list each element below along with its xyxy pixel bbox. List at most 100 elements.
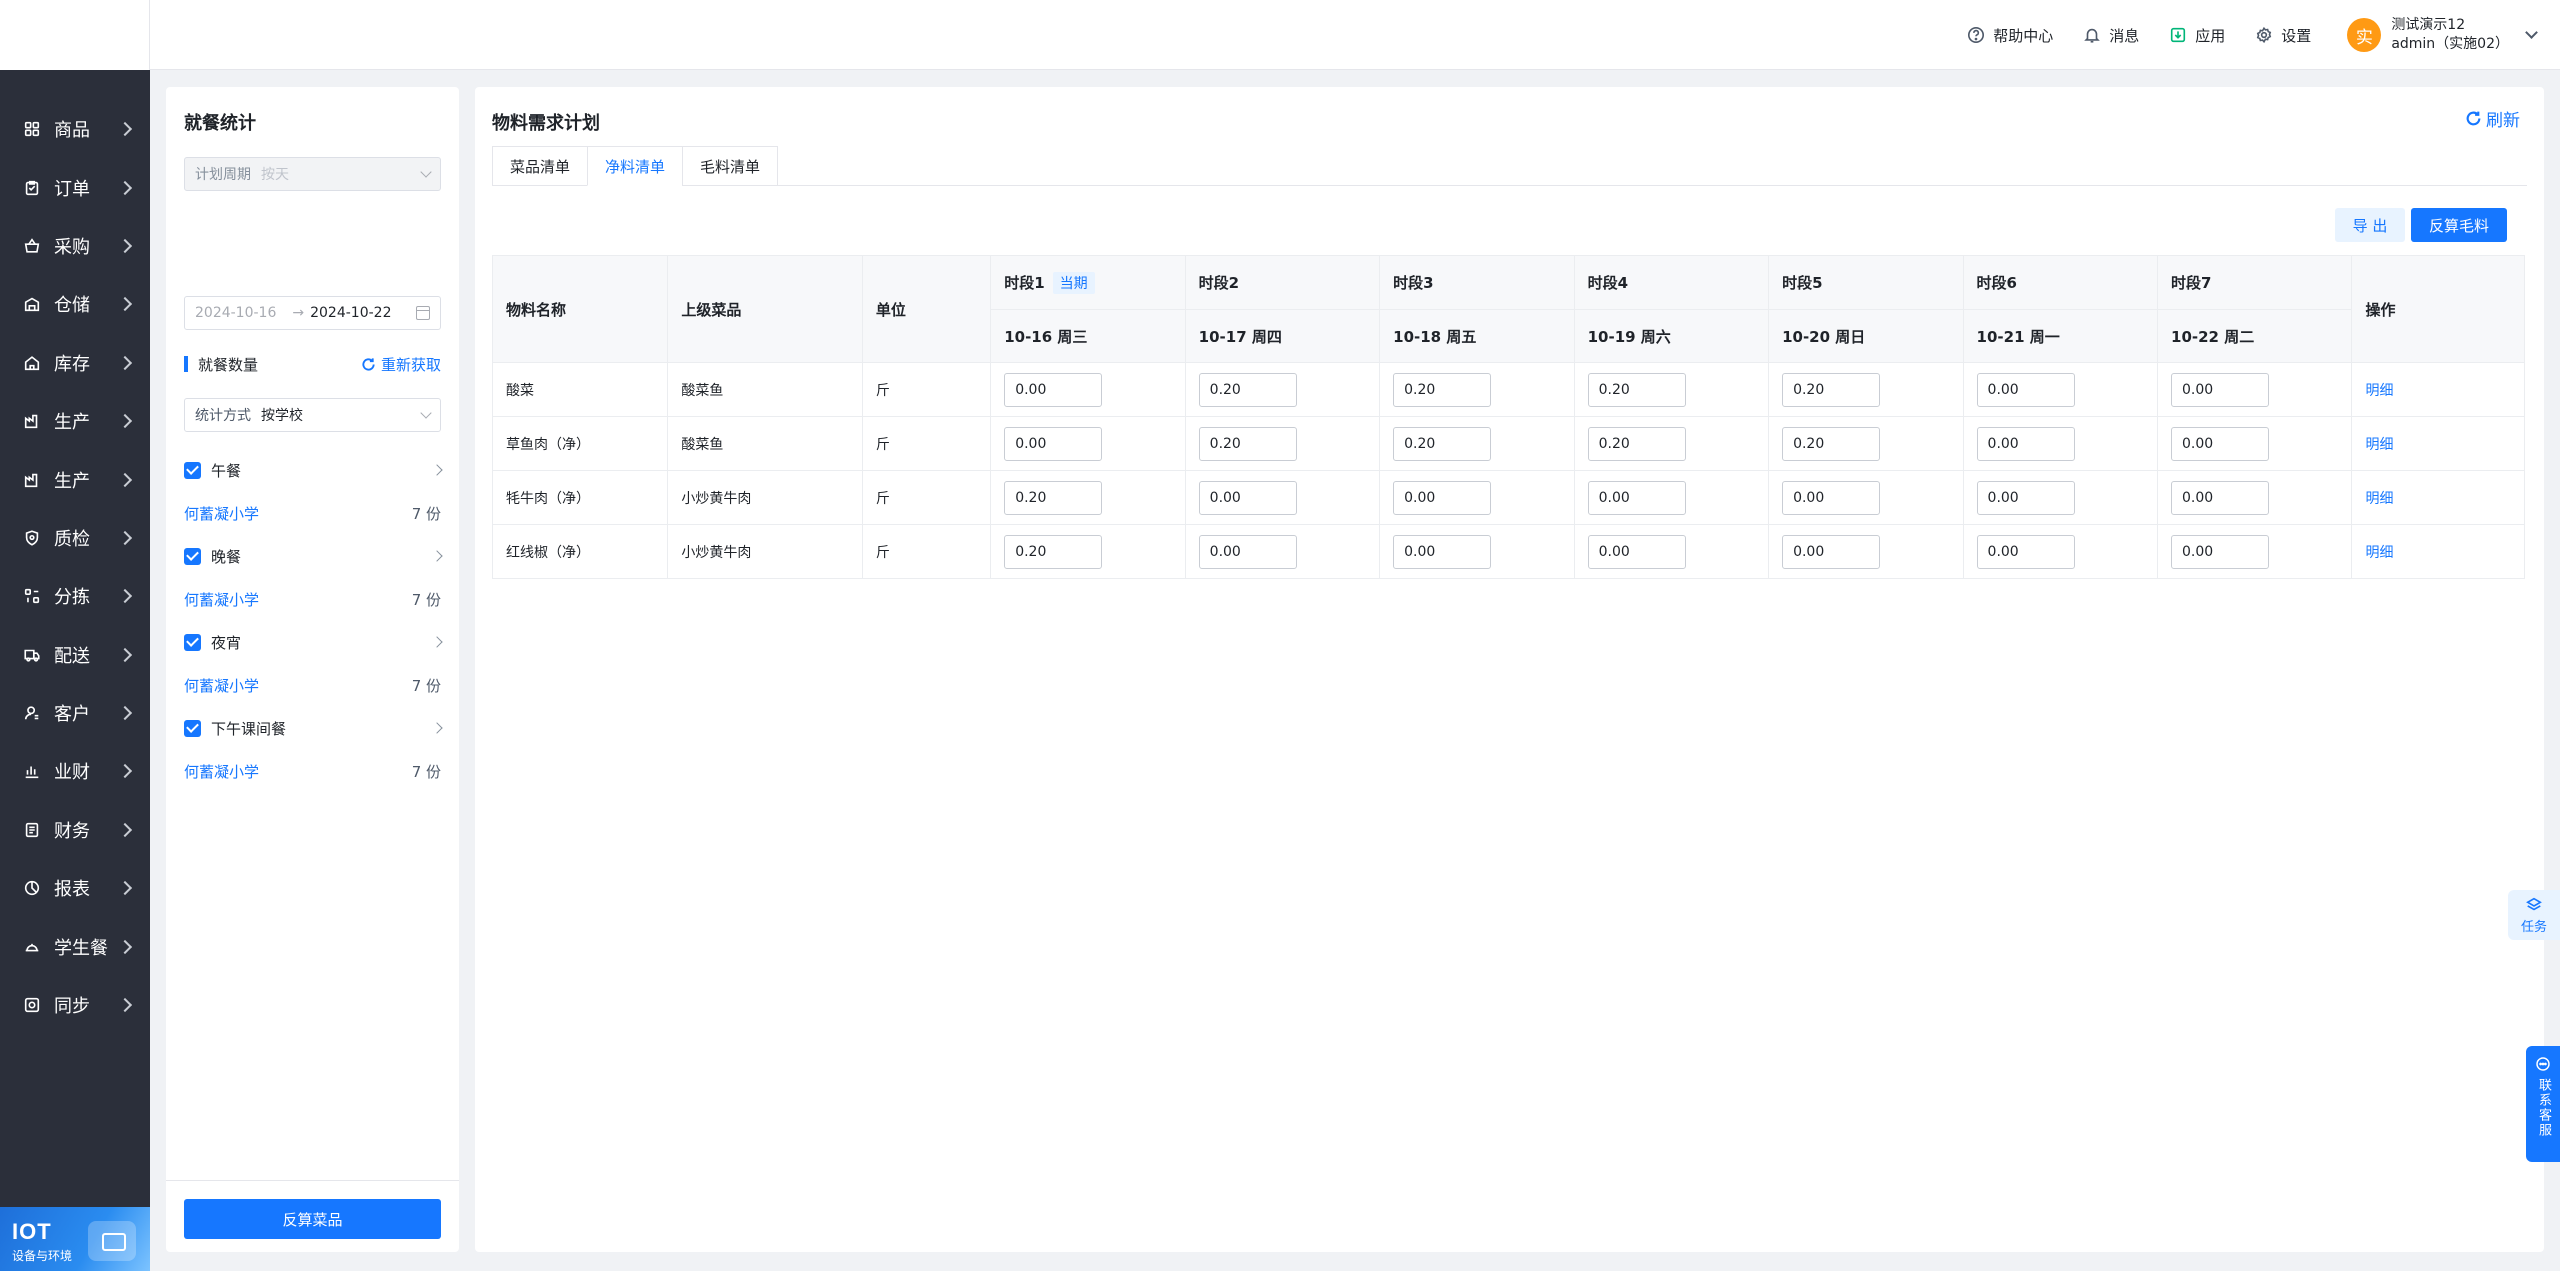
- sidebar-item-14[interactable]: 报表: [0, 859, 150, 917]
- sidebar-item-7[interactable]: 生产: [0, 450, 150, 508]
- reverse-dishes-button[interactable]: 反算菜品: [184, 1199, 441, 1239]
- detail-link[interactable]: 明细: [2365, 545, 2393, 561]
- quantity-input[interactable]: [1782, 534, 1881, 569]
- refetch-button[interactable]: 重新获取: [361, 354, 441, 375]
- school-link[interactable]: 何蓄凝小学: [184, 675, 412, 696]
- quantity-input[interactable]: [1587, 372, 1686, 407]
- tab-2[interactable]: 净料清单: [587, 146, 683, 186]
- help-center-button[interactable]: 帮助中心: [1967, 25, 2053, 46]
- period-cell: [1962, 470, 2159, 525]
- apps-button[interactable]: 应用: [2169, 25, 2225, 46]
- plan-cycle-select[interactable]: 计划周期 按天: [184, 157, 441, 191]
- quantity-input[interactable]: [2171, 534, 2270, 569]
- quantity-input[interactable]: [1587, 534, 1686, 569]
- quantity-input[interactable]: [2171, 480, 2270, 515]
- chevron-right-icon: [431, 550, 443, 562]
- meal-row[interactable]: 晚餐: [184, 535, 443, 577]
- chevron-right-icon: [117, 589, 133, 604]
- export-button[interactable]: 导 出: [2335, 208, 2405, 242]
- quantity-input[interactable]: [1393, 534, 1492, 569]
- settings-button[interactable]: 设置: [2255, 25, 2311, 46]
- refresh-button[interactable]: 刷新: [2465, 106, 2520, 131]
- quantity-input[interactable]: [1976, 426, 2075, 461]
- sidebar-item-label: 库存: [54, 353, 90, 375]
- quantity-input[interactable]: [1004, 372, 1103, 407]
- quantity-input[interactable]: [1393, 372, 1492, 407]
- sidebar-item-9[interactable]: 分拣: [0, 567, 150, 625]
- material-table: 物料名称 上级菜品 单位 时段1 当期 时段2 时段3 时段4 时段5 时段6 时段7 操作 1…: [491, 255, 2525, 579]
- meal-checkbox[interactable]: [184, 547, 201, 565]
- sync-icon: [22, 995, 42, 1015]
- task-float-button[interactable]: 任务: [2508, 890, 2560, 940]
- quantity-input[interactable]: [1198, 480, 1297, 515]
- sidebar-item-1[interactable]: 商品: [0, 100, 150, 158]
- messages-button[interactable]: 消息: [2083, 25, 2139, 46]
- quantity-input[interactable]: [2171, 372, 2270, 407]
- school-link[interactable]: 何蓄凝小学: [184, 589, 412, 610]
- quantity-input[interactable]: [1393, 426, 1492, 461]
- meal-row[interactable]: 夜宵: [184, 621, 443, 663]
- tab-1[interactable]: 菜品清单: [492, 146, 588, 186]
- gear-icon: [2257, 26, 2272, 44]
- school-link[interactable]: 何蓄凝小学: [184, 761, 412, 782]
- customer-service-button[interactable]: 联系客服: [2526, 1046, 2560, 1162]
- sidebar-item-3[interactable]: 采购: [0, 217, 150, 275]
- school-row: 何蓄凝小学 7 份: [184, 749, 441, 793]
- period-cell: [990, 416, 1186, 471]
- chevron-right-icon: [117, 122, 133, 137]
- tab-3[interactable]: 毛料清单: [682, 146, 779, 186]
- meal-row[interactable]: 午餐: [184, 449, 443, 491]
- quantity-input[interactable]: [1393, 480, 1492, 515]
- unit: 斤: [861, 470, 992, 525]
- school-row: 何蓄凝小学 7 份: [184, 577, 441, 621]
- quantity-input[interactable]: [1587, 480, 1686, 515]
- quantity-input[interactable]: [1198, 426, 1297, 461]
- sidebar-item-label: 订单: [54, 178, 90, 200]
- quantity-input[interactable]: [1004, 534, 1103, 569]
- meal-checkbox[interactable]: [184, 633, 201, 651]
- sidebar-item-label: 配送: [54, 645, 90, 667]
- sidebar-item-16[interactable]: 同步: [0, 976, 150, 1034]
- reverse-raw-button[interactable]: 反算毛料: [2411, 208, 2507, 242]
- meal-list: 午餐 何蓄凝小学 7 份晚餐 何蓄凝小学 7 份夜宵 何蓄凝小学 7 份下午课间餐 何蓄凝小学…: [184, 449, 443, 793]
- sidebar-item-8[interactable]: 质检: [0, 509, 150, 567]
- date-range-picker[interactable]: 2024-10-16 → 2024-10-22: [184, 296, 441, 330]
- sidebar-item-2[interactable]: 订单: [0, 158, 150, 216]
- sidebar-item-15[interactable]: 学生餐: [0, 917, 150, 975]
- quantity-input[interactable]: [1782, 426, 1881, 461]
- quantity-input[interactable]: [1198, 534, 1297, 569]
- sidebar-item-label: 财务: [54, 820, 90, 842]
- user-menu[interactable]: 实 测试演示12 admin（实施02）: [2347, 16, 2538, 54]
- detail-link[interactable]: 明细: [2365, 437, 2393, 453]
- quantity-input[interactable]: [1976, 372, 2075, 407]
- quantity-input[interactable]: [1004, 426, 1103, 461]
- page-title: 物料需求计划: [492, 113, 600, 134]
- sidebar-item-12[interactable]: 业财: [0, 742, 150, 800]
- stat-mode-select[interactable]: 统计方式 按学校: [184, 398, 441, 432]
- sidebar-item-11[interactable]: 客户: [0, 684, 150, 742]
- clipboard-icon: [22, 178, 42, 198]
- quantity-input[interactable]: [1976, 534, 2075, 569]
- col-header-period: 时段7: [2157, 255, 2353, 310]
- sidebar-item-13[interactable]: 财务: [0, 801, 150, 859]
- quantity-input[interactable]: [1976, 480, 2075, 515]
- period-cell: [1379, 524, 1575, 579]
- school-link[interactable]: 何蓄凝小学: [184, 503, 412, 524]
- chart-icon: [22, 761, 42, 781]
- meal-checkbox[interactable]: [184, 461, 201, 479]
- quantity-input[interactable]: [1782, 480, 1881, 515]
- quantity-input[interactable]: [1587, 426, 1686, 461]
- quantity-input[interactable]: [2171, 426, 2270, 461]
- quantity-input[interactable]: [1004, 480, 1103, 515]
- meal-checkbox[interactable]: [184, 719, 201, 737]
- refetch-label: 重新获取: [380, 355, 441, 374]
- sidebar-item-4[interactable]: 仓储: [0, 275, 150, 333]
- meal-row[interactable]: 下午课间餐: [184, 707, 443, 749]
- sidebar-item-6[interactable]: 生产: [0, 392, 150, 450]
- detail-link[interactable]: 明细: [2365, 491, 2393, 507]
- detail-link[interactable]: 明细: [2365, 383, 2393, 399]
- quantity-input[interactable]: [1198, 372, 1297, 407]
- sidebar-item-10[interactable]: 配送: [0, 626, 150, 684]
- quantity-input[interactable]: [1782, 372, 1881, 407]
- sidebar-item-5[interactable]: 库存: [0, 334, 150, 392]
